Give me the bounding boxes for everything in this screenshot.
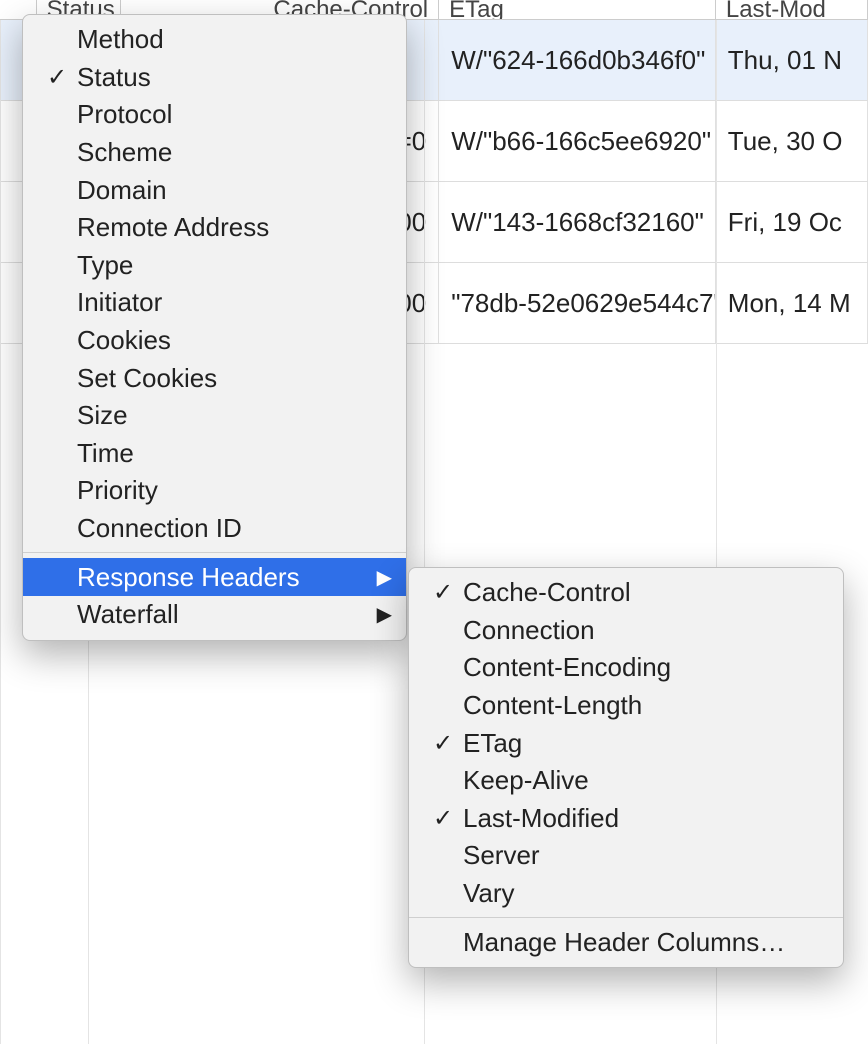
col-header-etag[interactable]: ETag: [439, 0, 716, 20]
menu-item-priority[interactable]: Priority: [23, 472, 406, 510]
menu-item-label: Connection ID: [77, 513, 368, 544]
menu-item-label: Time: [77, 438, 368, 469]
menu-item-connection-id[interactable]: Connection ID: [23, 510, 406, 548]
submenu-arrow-icon: ▶: [368, 565, 392, 590]
submenu-item-label: Content-Length: [463, 690, 829, 721]
submenu-arrow-icon: ▶: [368, 602, 392, 627]
menu-item-initiator[interactable]: Initiator: [23, 284, 406, 322]
submenu-item-cache-control[interactable]: ✓ Cache-Control: [409, 574, 843, 612]
menu-item-label: Size: [77, 400, 368, 431]
menu-item-scheme[interactable]: Scheme: [23, 134, 406, 172]
menu-item-method[interactable]: Method: [23, 21, 406, 59]
col-header-last-modified[interactable]: Last-Mod: [716, 0, 868, 20]
check-icon: ✓: [423, 578, 463, 607]
menu-item-label: Status: [77, 62, 368, 93]
submenu-item-label: Keep-Alive: [463, 765, 829, 796]
submenu-item-last-modified[interactable]: ✓ Last-Modified: [409, 800, 843, 838]
menu-item-label: Priority: [77, 475, 368, 506]
menu-item-size[interactable]: Size: [23, 397, 406, 435]
menu-item-protocol[interactable]: Protocol: [23, 96, 406, 134]
menu-item-set-cookies[interactable]: Set Cookies: [23, 359, 406, 397]
cell-last: Tue, 30 O: [716, 101, 868, 181]
submenu-item-content-length[interactable]: Content-Length: [409, 687, 843, 725]
cell-etag: W/"b66-166c5ee6920": [439, 101, 716, 181]
submenu-item-content-encoding[interactable]: Content-Encoding: [409, 649, 843, 687]
submenu-item-keep-alive[interactable]: Keep-Alive: [409, 762, 843, 800]
menu-item-label: Domain: [77, 175, 368, 206]
menu-item-remote-address[interactable]: Remote Address: [23, 209, 406, 247]
check-icon: ✓: [423, 804, 463, 833]
submenu-item-label: Last-Modified: [463, 803, 829, 834]
menu-item-label: Scheme: [77, 137, 368, 168]
cell-last: Thu, 01 N: [716, 20, 868, 100]
menu-item-label: Response Headers: [77, 562, 368, 593]
response-headers-submenu: ✓ Cache-Control Connection Content-Encod…: [408, 567, 844, 968]
submenu-item-vary[interactable]: Vary: [409, 875, 843, 913]
menu-separator: [23, 552, 406, 553]
submenu-item-connection[interactable]: Connection: [409, 612, 843, 650]
menu-item-label: Protocol: [77, 99, 368, 130]
cell-etag: "78db-52e0629e544c7": [439, 263, 716, 343]
menu-item-status[interactable]: ✓ Status: [23, 59, 406, 97]
submenu-item-server[interactable]: Server: [409, 837, 843, 875]
menu-item-label: Waterfall: [77, 599, 368, 630]
cell-last: Fri, 19 Oc: [716, 182, 868, 262]
submenu-item-label: Manage Header Columns…: [463, 927, 829, 958]
submenu-item-label: ETag: [463, 728, 829, 759]
menu-item-label: Method: [77, 24, 368, 55]
submenu-item-label: Server: [463, 840, 829, 871]
menu-item-response-headers[interactable]: Response Headers ▶: [23, 558, 406, 596]
submenu-item-label: Connection: [463, 615, 829, 646]
submenu-item-label: Vary: [463, 878, 829, 909]
cell-etag: W/"624-166d0b346f0": [439, 20, 716, 100]
menu-item-domain[interactable]: Domain: [23, 171, 406, 209]
submenu-item-manage-header-columns[interactable]: Manage Header Columns…: [409, 923, 843, 961]
submenu-item-etag[interactable]: ✓ ETag: [409, 724, 843, 762]
submenu-item-label: Content-Encoding: [463, 652, 829, 683]
submenu-item-label: Cache-Control: [463, 577, 829, 608]
menu-item-cookies[interactable]: Cookies: [23, 322, 406, 360]
menu-item-waterfall[interactable]: Waterfall ▶: [23, 596, 406, 634]
check-icon: ✓: [37, 63, 77, 92]
menu-item-label: Cookies: [77, 325, 368, 356]
column-context-menu: Method ✓ Status Protocol Scheme Domain R…: [22, 14, 407, 641]
menu-item-label: Initiator: [77, 287, 368, 318]
cell-last: Mon, 14 M: [716, 263, 868, 343]
menu-separator: [409, 917, 843, 918]
menu-item-label: Type: [77, 250, 368, 281]
menu-item-time[interactable]: Time: [23, 435, 406, 473]
cell-etag: W/"143-1668cf32160": [439, 182, 716, 262]
check-icon: ✓: [423, 729, 463, 758]
menu-item-label: Set Cookies: [77, 363, 368, 394]
menu-item-type[interactable]: Type: [23, 247, 406, 285]
menu-item-label: Remote Address: [77, 212, 368, 243]
